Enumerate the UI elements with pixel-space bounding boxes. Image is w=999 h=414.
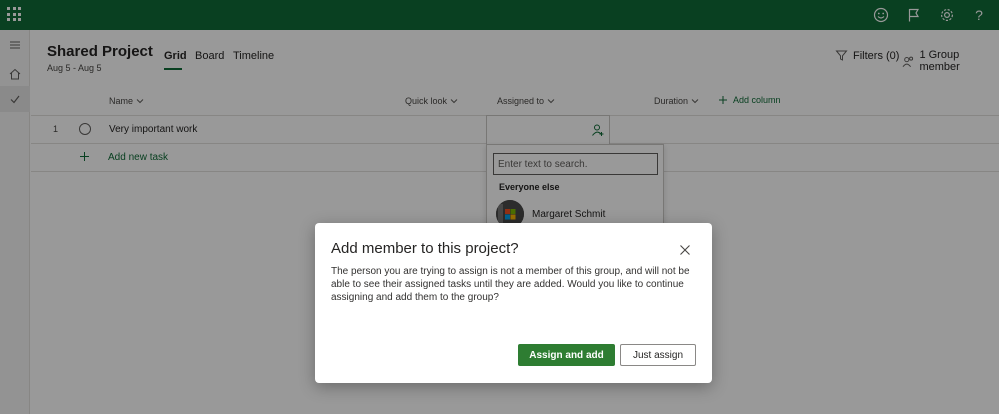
close-icon[interactable] [678,243,692,257]
add-member-dialog: Add member to this project? The person y… [315,223,712,383]
just-assign-button[interactable]: Just assign [620,344,696,366]
assign-and-add-button[interactable]: Assign and add [518,344,615,366]
dialog-title: Add member to this project? [331,240,519,257]
dialog-message: The person you are trying to assign is n… [331,266,690,303]
